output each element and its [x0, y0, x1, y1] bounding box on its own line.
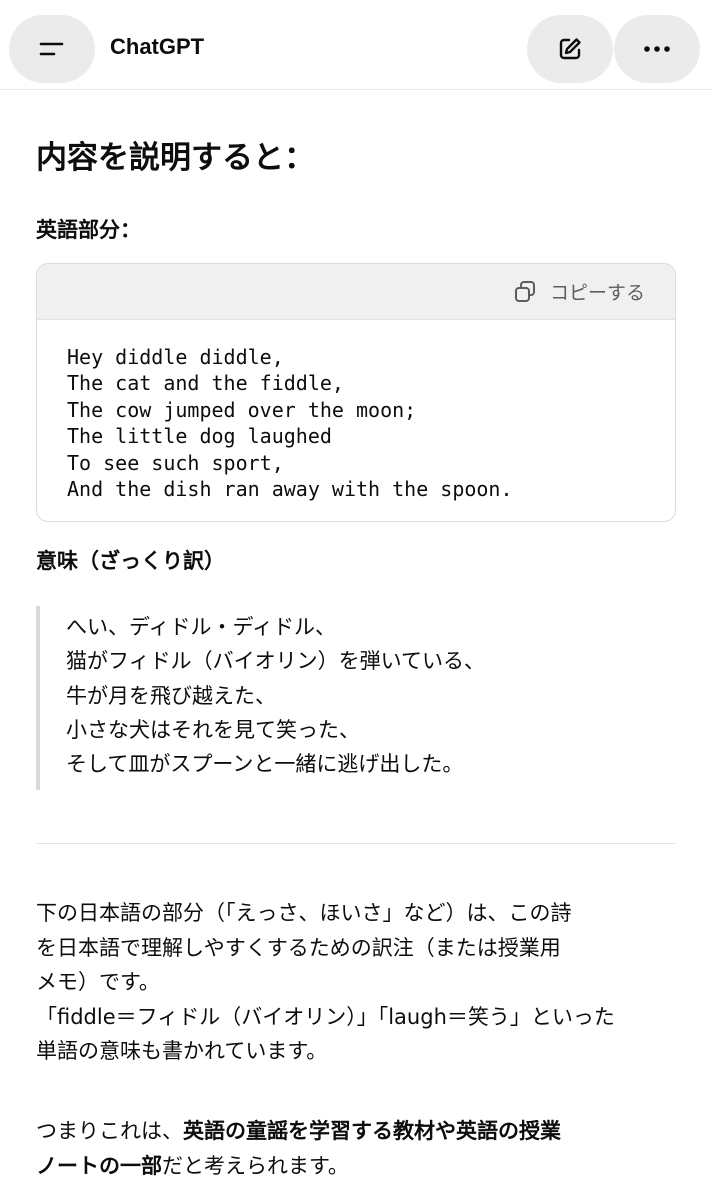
code-line: And the dish ran away with the spoon.: [67, 477, 513, 502]
new-chat-button[interactable]: [527, 15, 613, 83]
divider: [36, 843, 676, 844]
app-title: ChatGPT: [110, 34, 205, 59]
plain-text: つまりこれは、: [36, 1119, 183, 1143]
edit-icon: [559, 38, 581, 60]
meaning-section-title: 意味（ざっくり訳）: [36, 549, 225, 573]
paragraph-line: つまりこれは、英語の童謡を学習する教材や英語の授業: [36, 1114, 696, 1149]
code-block-header: コピーする: [37, 264, 675, 320]
more-options-button[interactable]: [614, 15, 700, 83]
section-heading: 内容を説明すると：: [36, 140, 315, 176]
paragraph-line: 単語の意味も書かれています。: [36, 1039, 328, 1064]
code-line: Hey diddle diddle,: [67, 345, 284, 369]
paragraph-line: 下の日本語の部分（「えっさ、ほいさ」など）は、この詩: [36, 901, 572, 925]
code-line: The cow jumped over the moon;: [67, 397, 417, 422]
more-icon: [644, 46, 670, 52]
english-section-title: 英語部分：: [36, 218, 141, 242]
paragraph-line: 「fiddle＝フィドル（バイオリン）」「laugh＝笑う」といった: [36, 1004, 615, 1029]
quote-line: 牛が月を飛び越えた、: [66, 683, 276, 708]
code-content: Hey diddle diddle, The cat and the fiddl…: [37, 320, 675, 502]
explanation-paragraph: 下の日本語の部分（「えっさ、ほいさ」など）は、この詩 を日本語で理解しやすくする…: [36, 896, 696, 1069]
code-line: The cat and the fiddle,: [67, 371, 344, 396]
bold-text: 英語の童謡を学習する教材や英語の授業: [183, 1119, 561, 1143]
plain-text: だと考えられます。: [162, 1153, 349, 1178]
translation-blockquote: へい、ディドル・ディドル、 猫がフィドル（バイオリン）を弾いている、 牛が月を飛…: [36, 606, 676, 790]
copy-button[interactable]: コピーする: [550, 278, 645, 305]
quote-line: 小さな犬はそれを見て笑った、: [66, 717, 360, 742]
top-bar: ChatGPT: [0, 0, 712, 90]
quote-line: へい、ディドル・ディドル、: [66, 615, 337, 639]
paragraph-line: メモ）です。: [36, 970, 160, 995]
paragraph-line: ノートの一部だと考えられます。: [36, 1149, 696, 1184]
quote-line: そして皿がスプーンと一緒に逃げ出した。: [66, 752, 464, 777]
bold-text: ノートの一部: [36, 1153, 162, 1178]
paragraph-line: を日本語で理解しやすくするための訳注（または授業用: [36, 935, 561, 960]
code-line: To see such sport,: [67, 450, 284, 475]
conclusion-paragraph: つまりこれは、英語の童謡を学習する教材や英語の授業 ノートの一部だと考えられます…: [36, 1114, 696, 1183]
code-block: コピーする Hey diddle diddle, The cat and the…: [36, 263, 676, 522]
quote-line: 猫がフィドル（バイオリン）を弾いている、: [66, 649, 485, 674]
code-line: The little dog laughed: [67, 424, 332, 449]
copy-icon[interactable]: [512, 279, 538, 305]
menu-button[interactable]: [9, 15, 95, 83]
menu-icon: [39, 42, 64, 56]
